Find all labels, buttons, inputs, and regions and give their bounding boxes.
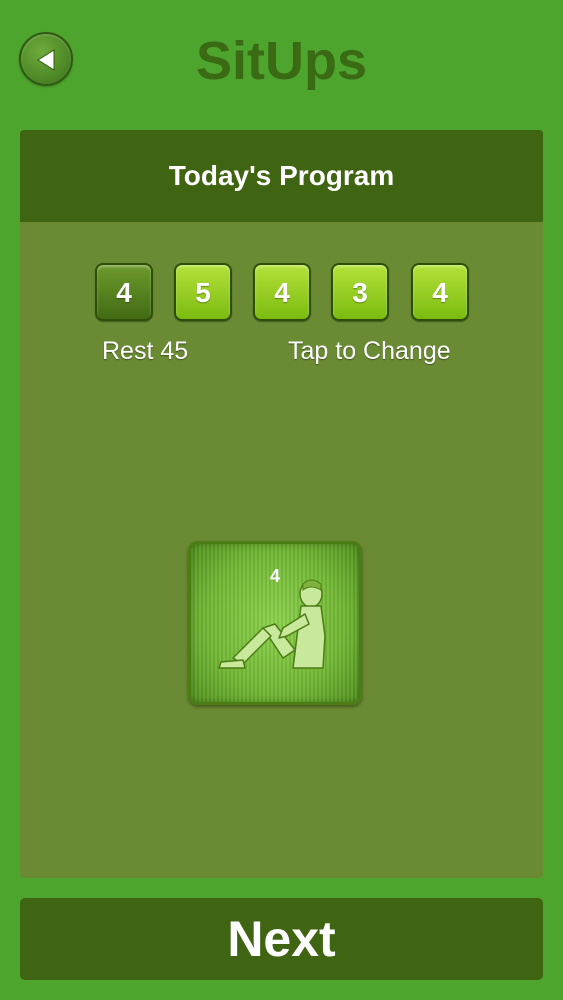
rest-label: Rest 45 [102,337,189,365]
program-panel: Today's Program 4 5 4 3 4 Rest 45 Tap to… [20,130,543,878]
set-value: 4 [116,277,132,308]
next-label: Next [227,911,336,967]
set-value: 3 [352,277,368,308]
tap-to-change-hint[interactable]: Tap to Change [288,337,451,366]
set-value: 4 [274,277,290,308]
set-value: 4 [432,277,448,308]
set-box-5[interactable]: 4 [411,263,469,321]
sets-row[interactable]: 4 5 4 3 4 [95,263,475,325]
situp-figure-icon [218,579,326,669]
set-box-4[interactable]: 3 [331,263,389,321]
next-button[interactable]: Next [20,898,543,980]
set-value: 5 [195,277,211,308]
program-header: Today's Program [20,130,543,222]
set-box-2[interactable]: 5 [174,263,232,321]
set-box-3[interactable]: 4 [253,263,311,321]
set-box-1[interactable]: 4 [95,263,153,321]
exercise-tile[interactable]: 4 [188,541,362,705]
program-title: Today's Program [168,160,395,191]
screen: SitUps Today's Program 4 5 4 3 4 Rest 45… [0,0,563,1000]
app-title: SitUps [195,31,368,91]
